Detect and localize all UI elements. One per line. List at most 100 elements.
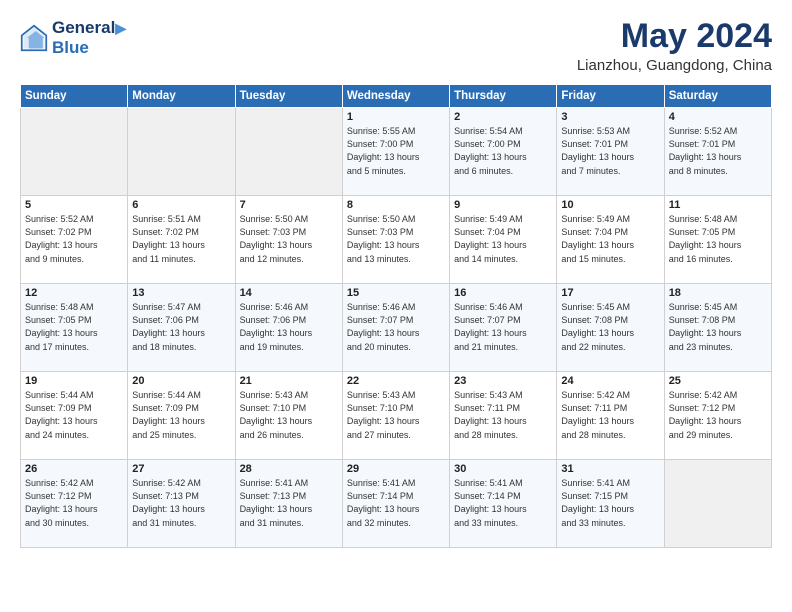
day-number: 30: [454, 463, 552, 475]
day-number: 10: [561, 199, 659, 211]
day-info: Sunrise: 5:51 AM Sunset: 7:02 PM Dayligh…: [132, 213, 230, 265]
day-info: Sunrise: 5:42 AM Sunset: 7:13 PM Dayligh…: [132, 477, 230, 529]
day-number: 15: [347, 287, 445, 299]
day-number: 7: [240, 199, 338, 211]
day-number: 6: [132, 199, 230, 211]
weekday-header-monday: Monday: [128, 85, 235, 108]
week-row-4: 19 Sunrise: 5:44 AM Sunset: 7:09 PM Dayli…: [21, 372, 772, 460]
day-cell: 15 Sunrise: 5:46 AM Sunset: 7:07 PM Dayli…: [342, 284, 449, 372]
logo-text: General▶ Blue: [52, 18, 126, 57]
day-number: 22: [347, 375, 445, 387]
day-number: 14: [240, 287, 338, 299]
day-cell: 2 Sunrise: 5:54 AM Sunset: 7:00 PM Daylig…: [450, 108, 557, 196]
day-number: 31: [561, 463, 659, 475]
day-cell: 24 Sunrise: 5:42 AM Sunset: 7:11 PM Dayli…: [557, 372, 664, 460]
title-section: May 2024 Lianzhou, Guangdong, China: [577, 18, 772, 74]
day-info: Sunrise: 5:46 AM Sunset: 7:07 PM Dayligh…: [454, 301, 552, 353]
weekday-header-row: SundayMondayTuesdayWednesdayThursdayFrid…: [21, 85, 772, 108]
day-info: Sunrise: 5:41 AM Sunset: 7:14 PM Dayligh…: [454, 477, 552, 529]
day-info: Sunrise: 5:42 AM Sunset: 7:12 PM Dayligh…: [25, 477, 123, 529]
day-cell: 9 Sunrise: 5:49 AM Sunset: 7:04 PM Daylig…: [450, 196, 557, 284]
day-cell: 30 Sunrise: 5:41 AM Sunset: 7:14 PM Dayli…: [450, 460, 557, 548]
day-cell: 21Sunrise: 5:43 AM Sunset: 7:10 PM Dayli…: [235, 372, 342, 460]
day-cell: 4Sunrise: 5:52 AM Sunset: 7:01 PM Daylig…: [664, 108, 771, 196]
day-cell: 27 Sunrise: 5:42 AM Sunset: 7:13 PM Dayli…: [128, 460, 235, 548]
day-number: 25: [669, 375, 767, 387]
day-number: 17: [561, 287, 659, 299]
day-number: 18: [669, 287, 767, 299]
day-cell: 19Sunrise: 5:44 AM Sunset: 7:09 PM Dayli…: [21, 372, 128, 460]
day-number: 9: [454, 199, 552, 211]
day-cell: 13 Sunrise: 5:47 AM Sunset: 7:06 PM Dayli…: [128, 284, 235, 372]
day-info: Sunrise: 5:50 AM Sunset: 7:03 PM Dayligh…: [240, 213, 338, 265]
day-cell: [235, 108, 342, 196]
day-info: Sunrise: 5:41 AM Sunset: 7:14 PM Dayligh…: [347, 477, 445, 529]
day-number: 19: [25, 375, 123, 387]
day-number: 28: [240, 463, 338, 475]
day-number: 5: [25, 199, 123, 211]
day-number: 2: [454, 111, 552, 123]
day-number: 29: [347, 463, 445, 475]
day-cell: [664, 460, 771, 548]
day-number: 12: [25, 287, 123, 299]
day-info: Sunrise: 5:45 AM Sunset: 7:08 PM Dayligh…: [669, 301, 767, 353]
day-number: 1: [347, 111, 445, 123]
day-number: 26: [25, 463, 123, 475]
day-info: Sunrise: 5:46 AM Sunset: 7:06 PM Dayligh…: [240, 301, 338, 353]
day-cell: 6 Sunrise: 5:51 AM Sunset: 7:02 PM Daylig…: [128, 196, 235, 284]
day-cell: 8 Sunrise: 5:50 AM Sunset: 7:03 PM Daylig…: [342, 196, 449, 284]
day-cell: 1Sunrise: 5:55 AM Sunset: 7:00 PM Daylig…: [342, 108, 449, 196]
day-cell: 7 Sunrise: 5:50 AM Sunset: 7:03 PM Daylig…: [235, 196, 342, 284]
weekday-header-friday: Friday: [557, 85, 664, 108]
week-row-5: 26 Sunrise: 5:42 AM Sunset: 7:12 PM Dayli…: [21, 460, 772, 548]
logo: General▶ Blue: [20, 18, 126, 57]
day-info: Sunrise: 5:48 AM Sunset: 7:05 PM Dayligh…: [25, 301, 123, 353]
calendar: SundayMondayTuesdayWednesdayThursdayFrid…: [20, 84, 772, 548]
day-number: 8: [347, 199, 445, 211]
day-cell: 31 Sunrise: 5:41 AM Sunset: 7:15 PM Dayli…: [557, 460, 664, 548]
day-number: 11: [669, 199, 767, 211]
day-info: Sunrise: 5:50 AM Sunset: 7:03 PM Dayligh…: [347, 213, 445, 265]
day-cell: 23Sunrise: 5:43 AM Sunset: 7:11 PM Dayli…: [450, 372, 557, 460]
day-cell: 11Sunrise: 5:48 AM Sunset: 7:05 PM Dayli…: [664, 196, 771, 284]
day-cell: 3Sunrise: 5:53 AM Sunset: 7:01 PM Daylig…: [557, 108, 664, 196]
day-cell: 26 Sunrise: 5:42 AM Sunset: 7:12 PM Dayli…: [21, 460, 128, 548]
day-info: Sunrise: 5:42 AM Sunset: 7:11 PM Dayligh…: [561, 389, 659, 441]
day-cell: 18 Sunrise: 5:45 AM Sunset: 7:08 PM Dayli…: [664, 284, 771, 372]
day-info: Sunrise: 5:43 AM Sunset: 7:11 PM Dayligh…: [454, 389, 552, 441]
day-number: 13: [132, 287, 230, 299]
day-cell: 12 Sunrise: 5:48 AM Sunset: 7:05 PM Dayli…: [21, 284, 128, 372]
day-info: Sunrise: 5:52 AM Sunset: 7:02 PM Dayligh…: [25, 213, 123, 265]
day-info: Sunrise: 5:41 AM Sunset: 7:15 PM Dayligh…: [561, 477, 659, 529]
day-info: Sunrise: 5:53 AM Sunset: 7:01 PM Dayligh…: [561, 125, 659, 177]
weekday-header-saturday: Saturday: [664, 85, 771, 108]
day-info: Sunrise: 5:43 AM Sunset: 7:10 PM Dayligh…: [347, 389, 445, 441]
page: General▶ Blue May 2024 Lianzhou, Guangdo…: [0, 0, 792, 612]
day-info: Sunrise: 5:41 AM Sunset: 7:13 PM Dayligh…: [240, 477, 338, 529]
day-cell: 29 Sunrise: 5:41 AM Sunset: 7:14 PM Dayli…: [342, 460, 449, 548]
day-cell: 5 Sunrise: 5:52 AM Sunset: 7:02 PM Daylig…: [21, 196, 128, 284]
weekday-header-wednesday: Wednesday: [342, 85, 449, 108]
weekday-header-tuesday: Tuesday: [235, 85, 342, 108]
day-number: 20: [132, 375, 230, 387]
day-number: 16: [454, 287, 552, 299]
logo-icon: [20, 24, 48, 52]
week-row-3: 12 Sunrise: 5:48 AM Sunset: 7:05 PM Dayli…: [21, 284, 772, 372]
day-cell: 16 Sunrise: 5:46 AM Sunset: 7:07 PM Dayli…: [450, 284, 557, 372]
day-info: Sunrise: 5:54 AM Sunset: 7:00 PM Dayligh…: [454, 125, 552, 177]
day-info: Sunrise: 5:49 AM Sunset: 7:04 PM Dayligh…: [454, 213, 552, 265]
day-cell: 14 Sunrise: 5:46 AM Sunset: 7:06 PM Dayli…: [235, 284, 342, 372]
day-number: 21: [240, 375, 338, 387]
day-cell: 17 Sunrise: 5:45 AM Sunset: 7:08 PM Dayli…: [557, 284, 664, 372]
day-number: 27: [132, 463, 230, 475]
day-info: Sunrise: 5:47 AM Sunset: 7:06 PM Dayligh…: [132, 301, 230, 353]
day-cell: [128, 108, 235, 196]
day-info: Sunrise: 5:45 AM Sunset: 7:08 PM Dayligh…: [561, 301, 659, 353]
day-info: Sunrise: 5:52 AM Sunset: 7:01 PM Dayligh…: [669, 125, 767, 177]
day-number: 24: [561, 375, 659, 387]
day-cell: [21, 108, 128, 196]
week-row-1: 1Sunrise: 5:55 AM Sunset: 7:00 PM Daylig…: [21, 108, 772, 196]
day-info: Sunrise: 5:46 AM Sunset: 7:07 PM Dayligh…: [347, 301, 445, 353]
day-cell: 22 Sunrise: 5:43 AM Sunset: 7:10 PM Dayli…: [342, 372, 449, 460]
day-info: Sunrise: 5:44 AM Sunset: 7:09 PM Dayligh…: [132, 389, 230, 441]
